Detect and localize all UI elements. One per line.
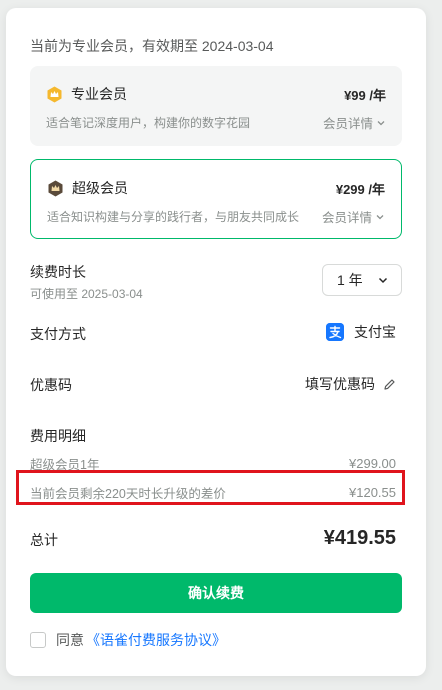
agreement-row: 同意 《语雀付费服务协议》: [30, 630, 226, 650]
plan-price: ¥99 /年: [344, 87, 386, 103]
plan-description: 适合笔记深度用户，构建你的数字花园: [46, 116, 251, 130]
alipay-icon: [326, 323, 344, 341]
plan-detail-label: 会员详情: [321, 211, 372, 225]
fee-item-amount: ¥299.00: [349, 456, 396, 471]
membership-status: 当前为专业会员，有效期至 2024-03-04: [30, 38, 274, 54]
fee-details-title: 费用明细: [30, 428, 86, 444]
plan-card-super[interactable]: 超级会员 ¥299 /年 适合知识构建与分享的践行者，与朋友共同成长 会员详情: [30, 159, 402, 239]
coupon-label: 优惠码: [30, 377, 72, 393]
plan-detail-link[interactable]: 会员详情: [322, 207, 385, 226]
chevron-down-icon: [378, 277, 388, 284]
pencil-icon: [384, 378, 395, 390]
payment-method[interactable]: 支付宝: [326, 322, 396, 342]
plan-detail-label: 会员详情: [322, 117, 373, 131]
plan-name: 超级会员: [72, 180, 128, 196]
pro-crown-icon: [46, 86, 63, 103]
chevron-down-icon: [376, 214, 384, 219]
plan-description: 适合知识构建与分享的践行者，与朋友共同成长: [47, 210, 300, 224]
plan-name: 专业会员: [71, 86, 127, 102]
agreement-checkbox[interactable]: [30, 632, 46, 648]
coupon-input-link[interactable]: 填写优惠码: [305, 374, 396, 394]
payment-label: 支付方式: [30, 326, 86, 342]
plan-detail-link[interactable]: 会员详情: [323, 113, 386, 132]
plan-card-pro[interactable]: 专业会员 ¥99 /年 适合笔记深度用户，构建你的数字花园 会员详情: [30, 66, 402, 146]
agreement-prefix: 同意: [56, 632, 84, 648]
renewal-label: 续费时长: [30, 264, 86, 280]
total-label: 总计: [30, 532, 58, 548]
payment-method-label: 支付宝: [354, 324, 396, 340]
confirm-renewal-button[interactable]: 确认续费: [30, 573, 402, 613]
highlight-annotation-box: [16, 470, 405, 505]
agreement-link[interactable]: 《语雀付费服务协议》: [86, 630, 226, 650]
chevron-down-icon: [377, 120, 385, 125]
valid-until-text: 可使用至 2025-03-04: [30, 287, 143, 301]
total-amount: ¥419.55: [323, 527, 396, 549]
duration-select[interactable]: 1 年: [322, 264, 402, 296]
super-crown-icon: [47, 180, 64, 197]
plan-price: ¥299 /年: [335, 181, 385, 197]
renewal-panel: 当前为专业会员，有效期至 2024-03-04 专业会员 ¥99 /年 适合笔记…: [6, 8, 426, 676]
coupon-action-label: 填写优惠码: [305, 376, 375, 392]
duration-value: 1 年: [337, 272, 363, 288]
